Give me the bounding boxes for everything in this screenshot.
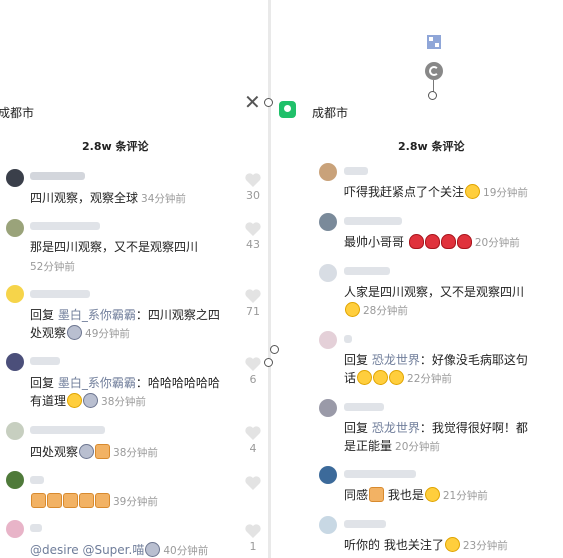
comment-count: 2.8w 条评论 [398,140,465,153]
left-comment-panel: 成都市 ✕ 2.8w 条评论 四川观察，观察全球 34分钟前 30 那是四川观察，… [0,0,268,558]
username[interactable] [30,172,85,180]
avatar[interactable] [6,353,24,371]
like-count: 71 [246,305,260,318]
comment-text-cont: 话 22分钟前 [344,370,452,385]
laugh-emoji-icon [465,184,481,199]
like-count: 43 [246,238,260,251]
heart-icon[interactable] [244,522,262,539]
username[interactable] [30,476,44,484]
laugh-emoji-icon [357,370,373,385]
location-pin-icon [279,101,296,118]
laugh-emoji-icon [345,302,360,317]
rose-emoji-icon [408,234,424,249]
username[interactable] [344,403,384,411]
cat-emoji-icon [145,542,161,557]
username[interactable] [344,217,402,225]
right-comment-panel: 成都市 2.8w 条评论 吓得我赶紧点了个关注 19分钟前 最帅小哥哥 20分钟前… [271,0,563,558]
comment-text: 四处观察 38分钟前 [30,444,158,459]
thumbs-up-icon [31,493,46,508]
thumbs-up-icon [95,493,110,508]
username[interactable] [30,222,100,230]
avatar[interactable] [319,264,337,282]
avatar[interactable] [6,169,24,187]
comment-text-cont: 是正能量 20分钟前 [344,439,440,453]
like-count: 30 [246,189,260,202]
like-count: 6 [249,373,257,386]
comment-count: 2.8w 条评论 [82,140,149,153]
heart-icon[interactable] [244,287,262,304]
comment-text: 四川观察，观察全球 34分钟前 [30,191,186,205]
like-count: 4 [249,442,257,455]
avatar[interactable] [319,466,337,484]
comment-text-cont: 28分钟前 [344,301,408,320]
heart-icon[interactable] [244,171,262,188]
thumbs-up-icon [369,487,385,502]
username[interactable] [30,357,60,365]
heart-icon[interactable] [244,474,262,491]
comment-text: 同感 我也是 21分钟前 [344,487,488,502]
muscle-emoji-icon [95,444,111,459]
top-resize-handle[interactable] [428,91,437,100]
thumbs-up-icon [63,493,78,508]
avatar[interactable] [6,285,24,303]
comment-text: 最帅小哥哥 20分钟前 [344,234,520,249]
thumbs-up-icon [79,493,94,508]
avatar[interactable] [319,399,337,417]
comment-text: 吓得我赶紧点了个关注 19分钟前 [344,184,528,199]
avatar[interactable] [319,331,337,349]
comment-text: 回复 墨白_系你霸霸：四川观察之四 [30,308,220,322]
top-left-resize-handle[interactable] [264,98,273,107]
rotate-handle-icon[interactable] [425,62,443,80]
heart-icon[interactable] [244,355,262,372]
cat-emoji-icon [79,444,95,459]
comment-text: @desire @Super.喵 40分钟前 [30,542,209,557]
username[interactable] [30,426,105,434]
location-label: 成都市 [312,106,349,120]
avatar[interactable] [319,213,337,231]
avatar[interactable] [6,422,24,440]
laugh-emoji-icon [389,370,405,385]
rose-emoji-icon [424,234,440,249]
like-count: 1 [249,540,257,553]
username[interactable] [30,524,42,532]
cat-emoji-icon [83,393,99,408]
comment-text-cont: 有道理 38分钟前 [30,393,146,408]
heart-icon[interactable] [244,424,262,441]
left-resize-handle-2[interactable] [264,358,273,367]
username[interactable] [344,470,416,478]
username[interactable] [30,290,90,298]
username[interactable] [344,520,386,528]
username[interactable] [344,267,390,275]
comment-text: 回复 恐龙世界：好像没毛病耶这句 [344,353,528,367]
comment-text-cont: 处观察 49分钟前 [30,325,130,340]
comment-text: 听你的 我也关注了 23分钟前 [344,537,508,552]
cat-emoji-icon [67,325,83,340]
thumbs-up-icon [47,493,62,508]
comment-text: 那是四川观察，又不是观察四川 [30,240,199,254]
username[interactable] [344,335,352,343]
left-resize-handle[interactable] [270,345,279,354]
avatar[interactable] [6,471,24,489]
comment-text: 回复 墨白_系你霸霸：哈哈哈哈哈哈 [30,376,220,390]
avatar[interactable] [319,163,337,181]
heart-icon[interactable] [244,220,262,237]
laugh-emoji-icon [424,487,440,502]
avatar[interactable] [319,516,337,534]
laugh-emoji-icon [373,370,389,385]
comment-text: 回复 恐龙世界：我觉得很好啊！都 [344,421,528,435]
username[interactable] [344,167,368,175]
qr-icon[interactable] [427,35,441,49]
location-label: 成都市 [0,106,35,120]
laugh-emoji-icon [444,537,460,552]
avatar[interactable] [6,520,24,538]
laugh-emoji-icon [67,393,83,408]
avatar[interactable] [6,219,24,237]
comment-time: 52分钟前 [30,261,75,273]
rose-emoji-icon [456,234,472,249]
comment-text: 39分钟前 [30,492,158,511]
comment-text: 人家是四川观察，又不是观察四川 [344,285,525,299]
rose-emoji-icon [440,234,456,249]
close-icon[interactable]: ✕ [244,92,261,112]
